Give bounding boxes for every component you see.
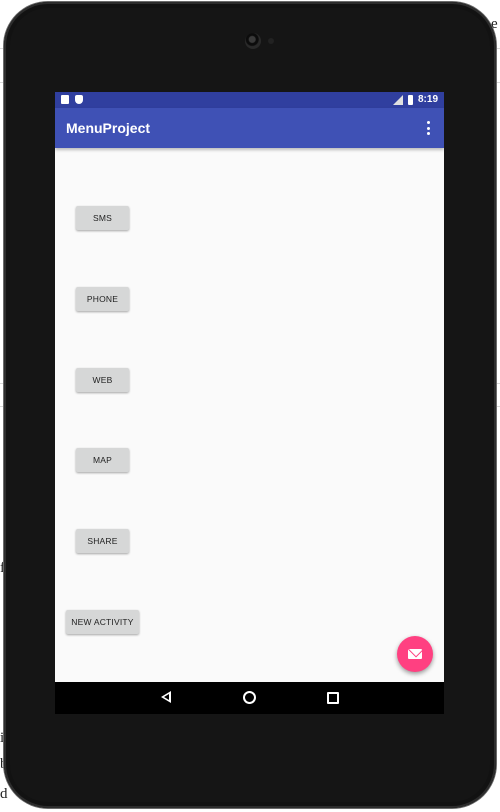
signal-icon [392,94,403,105]
sms-button[interactable]: SMS [76,206,129,230]
sd-card-icon [61,95,69,104]
phone-button[interactable]: PHONE [76,287,129,311]
home-icon[interactable] [243,691,256,704]
back-icon[interactable] [161,691,171,703]
recents-icon[interactable] [327,692,339,704]
new-activity-button[interactable]: NEW ACTIVITY [66,610,139,634]
battery-icon [407,94,413,105]
sensor-icon [268,38,274,44]
background-text-fragment: d [0,786,8,802]
camera-icon [245,33,261,49]
app-bar: MenuProject [55,108,444,148]
navigation-bar [55,682,444,714]
status-time: 8:19 [417,94,438,105]
app-title: MenuProject [66,120,151,136]
email-fab-button[interactable] [397,636,433,672]
map-button[interactable]: MAP [76,448,129,472]
status-bar: 8:19 [55,92,444,108]
more-vert-icon[interactable] [424,120,432,136]
share-button[interactable]: SHARE [76,529,129,553]
email-icon [408,649,422,659]
web-button[interactable]: WEB [76,368,129,392]
device-screen: 8:19 MenuProject SMS PHONE WEB MAP SHARE… [55,92,444,714]
android-icon [75,95,83,104]
